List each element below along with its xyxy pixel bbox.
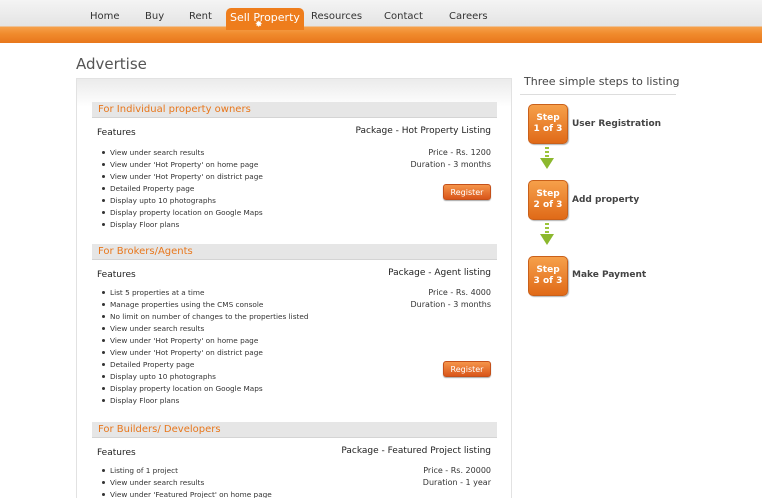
section-builders-developers: For Builders/ Developers Features Packag… (92, 422, 497, 498)
section-header: For Brokers/Agents (92, 244, 497, 260)
main-nav: Home Buy Rent Sell Property Resources Co… (0, 0, 762, 30)
step-badge-top: Step (536, 189, 560, 199)
list-item: View under 'Hot Property' on district pa… (98, 347, 308, 359)
register-button[interactable]: Register (443, 361, 491, 377)
list-item: View under 'Hot Property' on home page (98, 335, 308, 347)
price: Price - Rs. 20000 (423, 466, 491, 475)
divider (520, 94, 676, 95)
register-button[interactable]: Register (443, 184, 491, 200)
list-item: Display property location on Google Maps (98, 383, 308, 395)
step-3-label: Make Payment (572, 270, 647, 280)
price-info: Price - Rs. 1200 Duration - 3 months (411, 147, 491, 171)
step-2-badge: Step 2 of 3 (528, 180, 568, 220)
section-title: For Brokers/Agents (98, 246, 193, 257)
nav-resources[interactable]: Resources (311, 11, 362, 22)
nav-contact[interactable]: Contact (384, 11, 423, 22)
list-item: View under 'Hot Property' on district pa… (98, 171, 263, 183)
price-info: Price - Rs. 20000 Duration - 1 year (423, 465, 491, 489)
features-list: List 5 properties at a time Manage prope… (98, 287, 308, 407)
price: Price - Rs. 4000 (428, 288, 491, 297)
down-arrow-icon (540, 223, 554, 245)
features-list: View under search results View under 'Ho… (98, 147, 263, 231)
list-item: Listing of 1 project (98, 465, 272, 477)
section-brokers-agents: For Brokers/Agents Features Package - Ag… (92, 244, 497, 405)
down-arrow-icon (540, 147, 554, 169)
active-star-icon: ✸ (255, 20, 263, 30)
list-item: No limit on number of changes to the pro… (98, 311, 308, 323)
list-item: Manage properties using the CMS console (98, 299, 308, 311)
steps-title: Three simple steps to listing (524, 75, 680, 88)
nav-sell-property[interactable]: Sell Property (226, 8, 304, 30)
nav-home[interactable]: Home (90, 11, 120, 22)
price-info: Price - Rs. 4000 Duration - 3 months (411, 287, 491, 311)
list-item: View under 'Featured Project' on home pa… (98, 489, 272, 498)
section-header: For Builders/ Developers (92, 422, 497, 438)
top-navigation-bar: Home Buy Rent Sell Property Resources Co… (0, 0, 762, 43)
list-item: Display property location on Google Maps (98, 207, 263, 219)
features-label: Features (97, 128, 136, 138)
step-badge-bottom: 1 of 3 (533, 124, 563, 134)
list-item: Detailed Property page (98, 183, 263, 195)
duration: Duration - 3 months (410, 300, 491, 309)
list-item: View under search results (98, 477, 272, 489)
list-item: Display Floor plans (98, 395, 308, 407)
duration: Duration - 1 year (422, 478, 491, 487)
advertise-panel: For Individual property owners Features … (76, 78, 512, 498)
list-item: View under search results (98, 323, 308, 335)
nav-rent[interactable]: Rent (189, 11, 212, 22)
step-badge-top: Step (536, 113, 560, 123)
features-label: Features (97, 448, 136, 458)
section-title: For Builders/ Developers (98, 424, 221, 435)
list-item: Display Floor plans (98, 219, 263, 231)
step-2-label: Add property (572, 195, 640, 205)
list-item: Display upto 10 photographs (98, 195, 263, 207)
list-item: Display upto 10 photographs (98, 371, 308, 383)
list-item: List 5 properties at a time (98, 287, 308, 299)
nav-buy[interactable]: Buy (145, 11, 164, 22)
list-item: View under 'Hot Property' on home page (98, 159, 263, 171)
features-list: Listing of 1 project View under search r… (98, 465, 272, 498)
section-header: For Individual property owners (92, 102, 497, 118)
step-1-badge: Step 1 of 3 (528, 104, 568, 144)
step-badge-bottom: 2 of 3 (533, 200, 563, 210)
step-1-label: User Registration (572, 119, 662, 129)
list-item: View under search results (98, 147, 263, 159)
price: Price - Rs. 1200 (428, 148, 491, 157)
step-badge-top: Step (536, 265, 560, 275)
nav-careers[interactable]: Careers (449, 11, 488, 22)
features-label: Features (97, 270, 136, 280)
section-title: For Individual property owners (98, 104, 251, 115)
package-label: Package - Hot Property Listing (355, 126, 491, 136)
step-badge-bottom: 3 of 3 (533, 276, 563, 286)
step-3-badge: Step 3 of 3 (528, 256, 568, 296)
package-label: Package - Featured Project listing (341, 446, 491, 456)
page-title: Advertise (76, 55, 147, 73)
list-item: Detailed Property page (98, 359, 308, 371)
section-individual-owners: For Individual property owners Features … (92, 102, 497, 229)
duration: Duration - 3 months (410, 160, 491, 169)
package-label: Package - Agent listing (388, 268, 491, 278)
